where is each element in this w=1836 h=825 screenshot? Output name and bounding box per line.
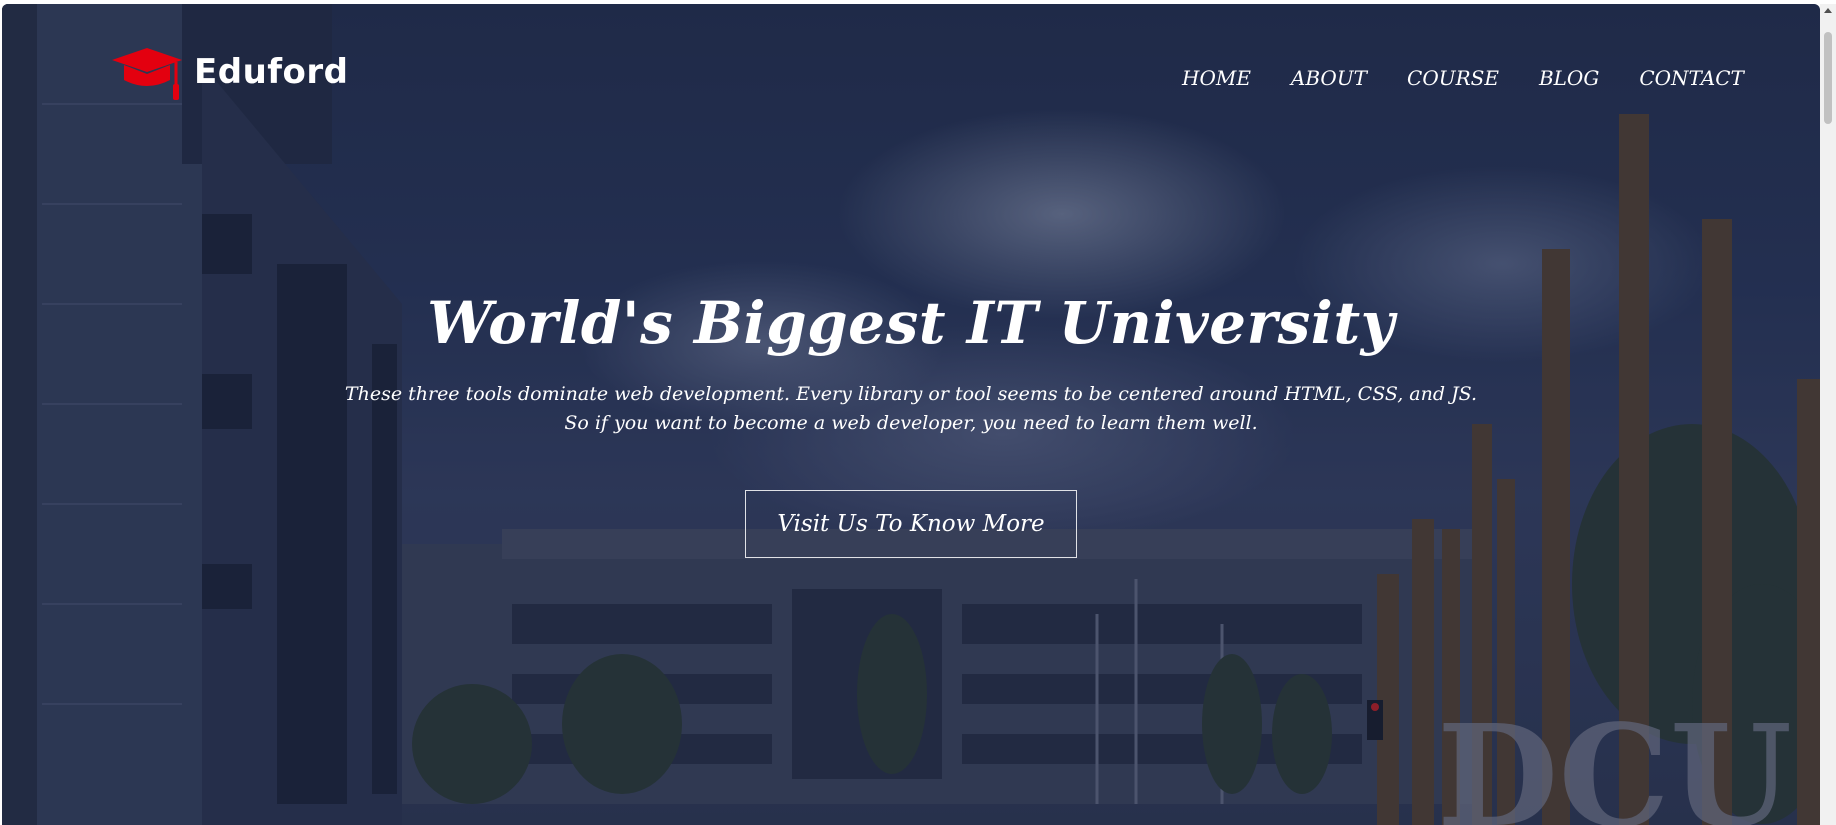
nav-about-link[interactable]: ABOUT: [1291, 66, 1367, 90]
browser-viewport: DCU Eduford HOME ABOUT COURSE BLOG CONTA…: [2, 4, 1820, 825]
main-nav: HOME ABOUT COURSE BLOG CONTACT: [1182, 66, 1784, 90]
nav-blog-link[interactable]: BLOG: [1539, 66, 1599, 90]
nav-home-link[interactable]: HOME: [1182, 66, 1251, 90]
graduation-cap-icon: [112, 48, 182, 100]
hero-description-line-2: So if you want to become a web developer…: [564, 412, 1258, 434]
scroll-up-arrow-icon[interactable]: [1824, 8, 1832, 13]
brand-name: Eduford: [194, 52, 349, 92]
hero-description-line-1: These three tools dominate web developme…: [344, 383, 1478, 405]
visit-us-button[interactable]: Visit Us To Know More: [745, 490, 1077, 558]
nav-course-link[interactable]: COURSE: [1407, 66, 1499, 90]
vertical-scrollbar[interactable]: [1820, 4, 1836, 825]
hero-description: These three tools dominate web developme…: [2, 380, 1820, 438]
nav-contact-link[interactable]: CONTACT: [1639, 66, 1744, 90]
scrollbar-thumb[interactable]: [1824, 32, 1832, 124]
brand-logo[interactable]: Eduford: [110, 44, 349, 106]
hero-title: World's Biggest IT University: [427, 289, 1395, 357]
